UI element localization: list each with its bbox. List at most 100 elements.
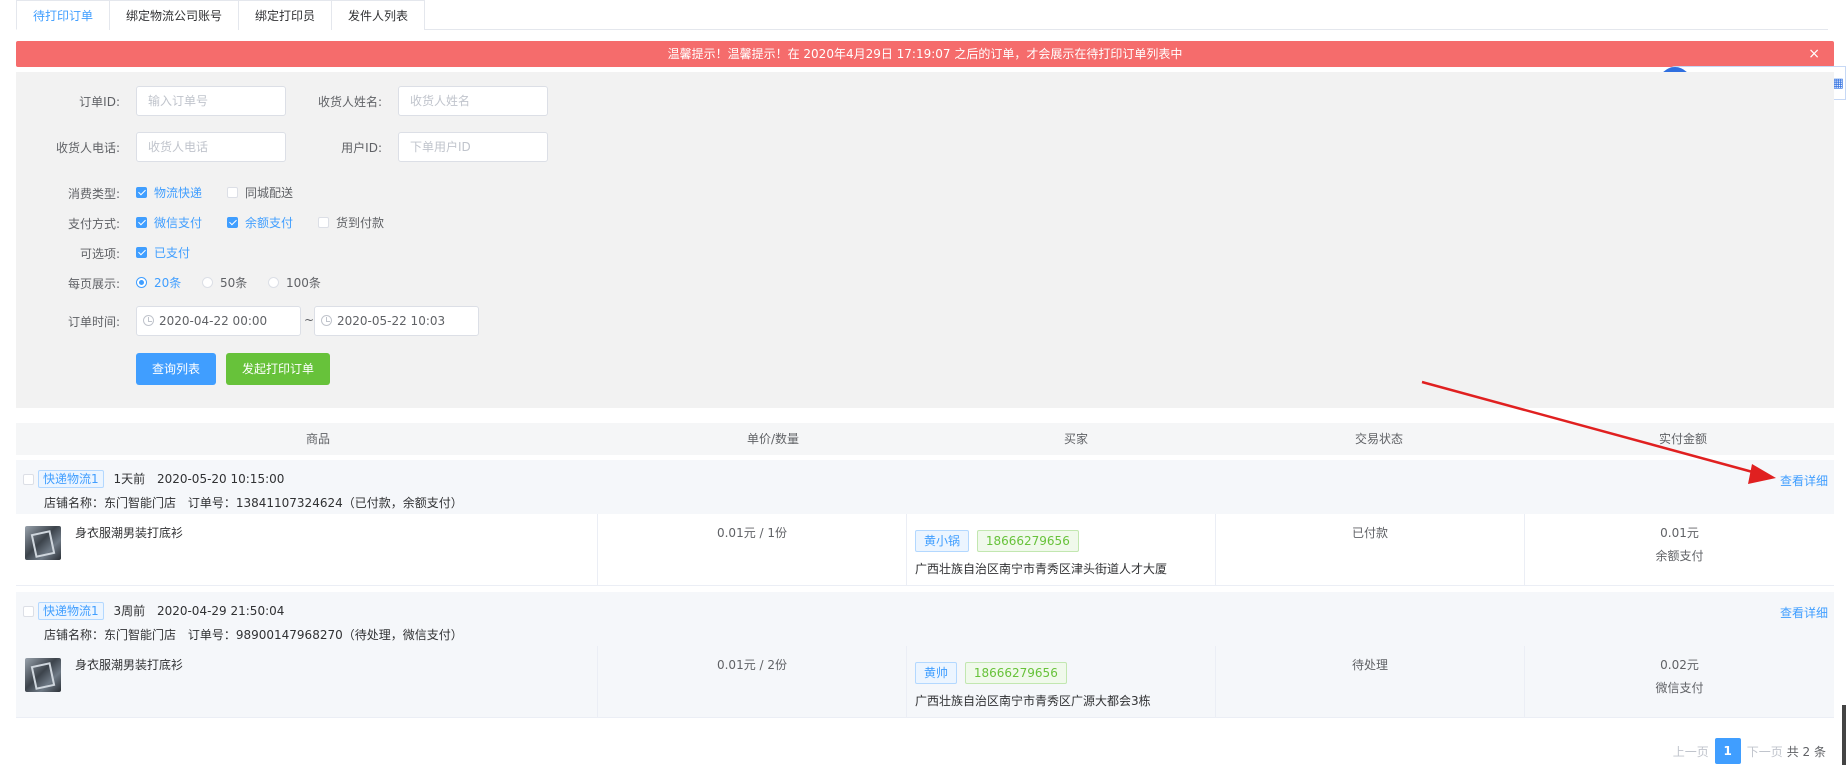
radio-label: 50条 [220, 276, 248, 290]
view-detail-link[interactable]: 查看详细 [1780, 604, 1828, 621]
checkbox-box [136, 217, 147, 228]
filter-panel: 订单ID: 输入订单号 收货人姓名: 收货人姓名 收货人电话: 收货人电话 用户… [16, 72, 1834, 408]
prev-page-button[interactable]: 上一页 [1673, 743, 1709, 760]
shop-name: 店铺名称：东门智能门店 [44, 628, 177, 642]
checkbox-box [136, 247, 147, 258]
col-amount: 实付金额 [1659, 432, 1708, 446]
start-print-button[interactable]: 发起打印订单 [226, 353, 330, 385]
checkbox-label: 微信支付 [154, 216, 203, 230]
checkbox-box [23, 474, 34, 485]
order-meta: 快递物流1 1天前 2020-05-20 10:15:00 [38, 470, 284, 488]
pagination: 上一页 1 下一页 共 2 条 [1673, 738, 1826, 764]
pay-method-label: 支付方式: [67, 217, 120, 231]
order-time-label: 订单时间: [67, 315, 120, 329]
time-start-input[interactable]: 2020-04-22 00:00 [136, 306, 301, 336]
pay-cod-checkbox[interactable]: 货到付款 [318, 214, 384, 231]
clock-icon [143, 315, 154, 326]
consume-local-checkbox[interactable]: 同城配送 [227, 184, 293, 201]
time-end-input[interactable]: 2020-05-22 10:03 [314, 306, 479, 336]
shop-name: 店铺名称：东门智能门店 [44, 496, 177, 510]
view-detail-link[interactable]: 查看详细 [1780, 472, 1828, 489]
next-page-button[interactable]: 下一页 [1747, 743, 1783, 760]
price-qty-cell: 0.01元 / 1份 [597, 514, 906, 586]
logistics-tag: 快递物流1 [38, 602, 104, 620]
buyer-address: 广西壮族自治区南宁市青秀区津头街道人才大厦 [915, 562, 1168, 576]
query-list-button[interactable]: 查询列表 [136, 353, 216, 385]
radio-circle [268, 277, 279, 288]
radio-label: 100条 [286, 276, 321, 290]
amount-cell: 0.01元 余额支付 [1524, 514, 1834, 586]
checkbox-box [227, 217, 238, 228]
page-size-50-radio[interactable]: 50条 [202, 274, 247, 291]
option-label: 可选项: [79, 247, 120, 261]
col-buyer: 买家 [1064, 432, 1089, 446]
buyer-cell: 黄帅 18666279656 广西壮族自治区南宁市青秀区广源大都会3栋 [906, 646, 1215, 718]
user-id-label: 用户ID: [341, 141, 382, 155]
time-end-value: 2020-05-22 10:03 [337, 314, 446, 328]
order-meta: 快递物流1 3周前 2020-04-29 21:50:04 [38, 602, 284, 620]
buyer-address: 广西壮族自治区南宁市青秀区广源大都会3栋 [915, 694, 1151, 708]
col-product: 商品 [306, 432, 331, 446]
checkbox-label: 货到付款 [336, 216, 385, 230]
tab-sender-list[interactable]: 发件人列表 [331, 0, 426, 30]
alert-text: 温馨提示！温馨提示！在 2020年4月29日 17:19:07 之后的订单，才会… [667, 47, 1183, 61]
status-cell: 已付款 [1215, 514, 1524, 586]
tab-pending-print[interactable]: 待打印订单 [16, 0, 110, 30]
order-row: 身衣服潮男装打底衫 0.01元 / 2份 黄帅 18666279656 广西壮族… [16, 646, 1834, 718]
tab-bind-logistics[interactable]: 绑定物流公司账号 [109, 0, 239, 30]
checkbox-label: 已支付 [154, 246, 191, 260]
order-time: 2020-04-29 21:50:04 [156, 604, 285, 618]
col-price-qty: 单价/数量 [747, 432, 800, 446]
pay-method-value: 微信支付 [1655, 681, 1704, 695]
amount-value: 0.01元 [1660, 526, 1699, 540]
product-name: 身衣服潮男装打底衫 [75, 526, 184, 540]
order-id-input[interactable]: 输入订单号 [136, 86, 286, 116]
order-shop-line: 店铺名称：东门智能门店 订单号：98900147968270（待处理，微信支付） [44, 626, 463, 643]
page-size-label: 每页展示: [67, 277, 120, 291]
buyer-phone-tag: 18666279656 [976, 530, 1079, 552]
buyer-name-tag: 黄小锅 [915, 530, 970, 552]
tab-bind-printer[interactable]: 绑定打印员 [238, 0, 332, 30]
pay-method-value: 余额支付 [1655, 549, 1704, 563]
price-qty-cell: 0.01元 / 2份 [597, 646, 906, 718]
checkbox-box [23, 606, 34, 617]
receiver-phone-input[interactable]: 收货人电话 [136, 132, 286, 162]
order-row: 身衣服潮男装打底衫 0.01元 / 1份 黄小锅 18666279656 广西壮… [16, 514, 1834, 586]
page-size-20-radio[interactable]: 20条 [136, 274, 181, 291]
status-cell: 待处理 [1215, 646, 1524, 718]
logistics-tag: 快递物流1 [38, 470, 104, 488]
buyer-phone-tag: 18666279656 [964, 662, 1067, 684]
product-thumbnail [25, 658, 61, 692]
buyer-cell: 黄小锅 18666279656 广西壮族自治区南宁市青秀区津头街道人才大厦 [906, 514, 1215, 586]
product-thumbnail [25, 526, 61, 560]
clock-icon [321, 315, 332, 326]
paid-checkbox[interactable]: 已支付 [136, 244, 190, 261]
receiver-name-label: 收货人姓名: [317, 95, 382, 109]
checkbox-label: 余额支付 [245, 216, 294, 230]
receiver-name-input[interactable]: 收货人姓名 [398, 86, 548, 116]
buyer-name-tag: 黄帅 [915, 662, 958, 684]
amount-cell: 0.02元 微信支付 [1524, 646, 1834, 718]
pay-wechat-checkbox[interactable]: 微信支付 [136, 214, 202, 231]
table-header: 商品 单价/数量 买家 交易状态 实付金额 [16, 423, 1834, 455]
close-icon[interactable]: × [1808, 41, 1820, 67]
scrollbar-edge[interactable] [1842, 705, 1846, 765]
total-count: 共 2 条 [1786, 744, 1826, 759]
page-1-button[interactable]: 1 [1714, 738, 1741, 764]
pay-balance-checkbox[interactable]: 余额支付 [227, 214, 293, 231]
order-id-label: 订单ID: [79, 95, 120, 109]
radio-circle [202, 277, 213, 288]
time-separator: ~ [304, 313, 315, 327]
user-id-input[interactable]: 下单用户ID [398, 132, 548, 162]
order-ago: 3周前 [113, 604, 146, 618]
consume-logistics-checkbox[interactable]: 物流快递 [136, 184, 202, 201]
order-ago: 1天前 [113, 472, 146, 486]
order-header: 快递物流1 1天前 2020-05-20 10:15:00 店铺名称：东门智能门… [16, 460, 1834, 518]
checkbox-box [318, 217, 329, 228]
checkbox-label: 物流快递 [154, 186, 203, 200]
order-number: 订单号：13841107324624（已付款，余额支付） [187, 496, 463, 510]
col-status: 交易状态 [1355, 432, 1404, 446]
page-size-100-radio[interactable]: 100条 [268, 274, 321, 291]
order-number: 订单号：98900147968270（待处理，微信支付） [187, 628, 463, 642]
order-header: 快递物流1 3周前 2020-04-29 21:50:04 店铺名称：东门智能门… [16, 592, 1834, 650]
